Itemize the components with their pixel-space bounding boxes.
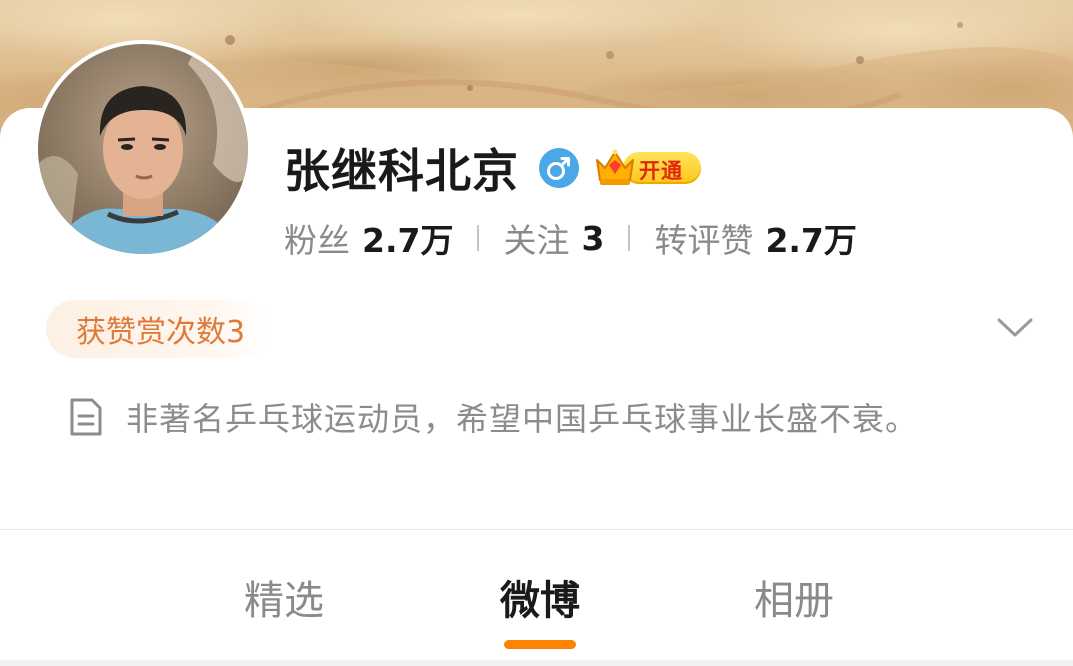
- active-tab-indicator: [504, 640, 576, 649]
- avatar-image: [38, 44, 248, 254]
- fans-stat[interactable]: 粉丝 2.7万: [284, 214, 453, 262]
- stat-divider: [477, 225, 480, 251]
- reward-count-chip[interactable]: 获赞赏次数3: [46, 300, 272, 358]
- follow-stat[interactable]: 关注 3: [503, 214, 604, 262]
- document-icon: [70, 398, 102, 436]
- chevron-down-icon[interactable]: [996, 314, 1034, 342]
- user-name[interactable]: 张继科北京: [284, 135, 519, 201]
- bottom-strip: [0, 660, 1073, 666]
- name-row: 张继科北京 开通: [284, 138, 705, 198]
- vip-label: 开通: [639, 159, 683, 183]
- tab-featured[interactable]: 精选: [244, 568, 324, 626]
- male-gender-icon: [539, 148, 579, 188]
- interactions-label: 转评赞: [654, 221, 754, 260]
- reward-count-label: 获赞赏次数3: [76, 315, 246, 350]
- crown-icon: [596, 149, 634, 185]
- tab-weibo[interactable]: 微博: [500, 568, 580, 626]
- profile-tabs: 精选 微博 相册: [0, 530, 1073, 666]
- bio-text: 非著名乒乓球运动员，希望中国乒乓球事业长盛不衰。: [126, 400, 919, 438]
- interactions-value: 2.7万: [765, 221, 857, 260]
- follow-label: 关注: [503, 221, 570, 260]
- follow-value: 3: [581, 218, 605, 258]
- tab-album[interactable]: 相册: [754, 568, 834, 626]
- fans-value: 2.7万: [362, 221, 454, 260]
- vip-open-button[interactable]: 开通: [593, 146, 705, 190]
- stat-divider: [628, 225, 631, 251]
- fans-label: 粉丝: [284, 221, 350, 260]
- interactions-stat[interactable]: 转评赞 2.7万: [654, 214, 856, 262]
- stats-row: 粉丝 2.7万 关注 3 转评赞 2.7万: [284, 214, 857, 262]
- avatar[interactable]: [34, 40, 252, 258]
